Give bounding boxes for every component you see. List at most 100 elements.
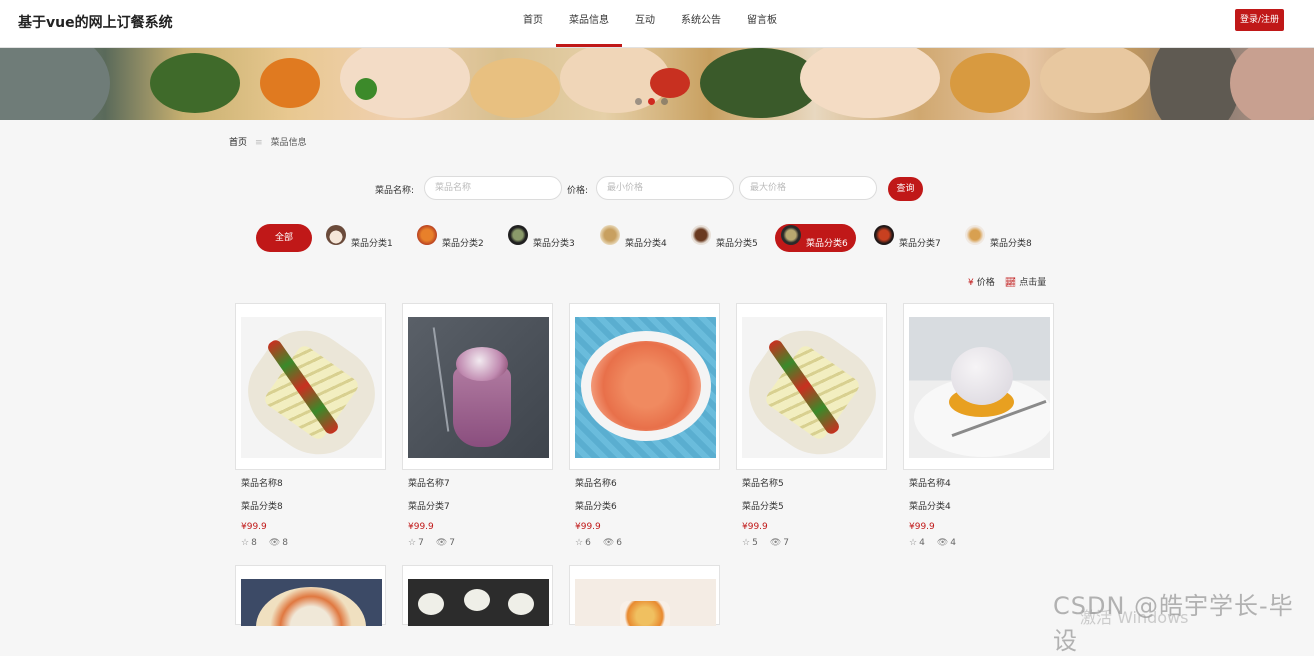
banner-carousel[interactable] (0, 48, 1314, 120)
category-item-6[interactable]: 菜品分类6 (775, 224, 856, 252)
product-price: ¥99.9 (408, 522, 434, 532)
trend-icon: 📈︎ (1004, 278, 1017, 288)
category-label: 菜品分类7 (899, 239, 941, 249)
product-image (909, 317, 1050, 458)
favorites-count: ☆ 6 (575, 538, 591, 548)
star-icon: ☆ (742, 538, 751, 548)
dish-thumbnail (781, 225, 801, 245)
category-label: 菜品分类8 (990, 239, 1032, 249)
breadcrumb-current: 菜品信息 (270, 138, 307, 148)
eye-icon: 👁︎ (435, 538, 448, 548)
category-all[interactable]: 全部 (256, 224, 312, 252)
carousel-dot[interactable] (635, 98, 642, 105)
product-card[interactable]: 菜品名称4 菜品分类4 ¥99.9 ☆ 4 👁︎ 4 (903, 303, 1054, 548)
product-price: ¥99.9 (241, 522, 267, 532)
dish-name-label: 菜品名称: (375, 186, 415, 196)
favorites-count: ☆ 5 (742, 538, 758, 548)
min-price-input[interactable] (596, 176, 734, 200)
product-image (742, 317, 883, 458)
nav-dishes[interactable]: 菜品信息 (556, 0, 622, 47)
star-icon: ☆ (408, 538, 417, 548)
product-price: ¥99.9 (909, 522, 935, 532)
product-category: 菜品分类8 (241, 502, 283, 512)
max-price-input[interactable] (739, 176, 877, 200)
sort-price-label: 价格 (976, 278, 995, 288)
search-bar: 菜品名称: 价格: 查询 (0, 176, 1314, 202)
sort-by-clicks[interactable]: 📈︎ 点击量 (1005, 275, 1046, 288)
sort-by-price[interactable]: ¥ 价格 (968, 275, 995, 288)
carousel-dot-active[interactable] (648, 98, 655, 105)
category-item-7[interactable]: 菜品分类7 (874, 224, 941, 252)
site-title: 基于vue的网上订餐系统 (18, 15, 173, 31)
product-card[interactable] (402, 565, 553, 626)
yen-icon: ¥ (968, 278, 974, 288)
eye-icon: 👁︎ (602, 538, 615, 548)
price-label: 价格: (567, 186, 589, 196)
product-name: 菜品名称8 (241, 479, 283, 489)
product-price: ¥99.9 (742, 522, 768, 532)
nav-home[interactable]: 首页 (510, 0, 556, 47)
product-name: 菜品名称5 (742, 479, 784, 489)
product-card[interactable] (569, 565, 720, 626)
views-count: 👁︎ 6 (602, 538, 622, 548)
login-register-button[interactable]: 登录/注册 (1235, 9, 1284, 31)
product-image (241, 317, 382, 458)
carousel-indicators (635, 98, 668, 105)
main-nav: 首页 菜品信息 互动 系统公告 留言板 (510, 0, 790, 47)
dish-thumbnail (326, 225, 346, 245)
dish-thumbnail (691, 225, 711, 245)
sort-clicks-label: 点击量 (1019, 278, 1047, 288)
product-image (408, 579, 549, 626)
category-item-4[interactable]: 菜品分类4 (600, 224, 667, 252)
star-icon: ☆ (909, 538, 918, 548)
product-category: 菜品分类4 (909, 502, 951, 512)
eye-icon: 👁︎ (769, 538, 782, 548)
product-card[interactable]: 菜品名称5 菜品分类5 ¥99.9 ☆ 5 👁︎ 7 (736, 303, 887, 548)
category-label: 菜品分类6 (806, 238, 848, 249)
eye-icon: 👁︎ (936, 538, 949, 548)
product-card[interactable]: 菜品名称6 菜品分类6 ¥99.9 ☆ 6 👁︎ 6 (569, 303, 720, 548)
dish-thumbnail (965, 225, 985, 245)
category-label: 菜品分类2 (442, 239, 484, 249)
star-icon: ☆ (575, 538, 584, 548)
breadcrumb-separator: ≡ (255, 138, 263, 148)
dish-thumbnail (600, 225, 620, 245)
nav-announcements[interactable]: 系统公告 (668, 0, 734, 47)
product-image (241, 579, 382, 626)
breadcrumb: 首页 ≡ 菜品信息 (229, 135, 307, 148)
favorites-count: ☆ 4 (909, 538, 925, 548)
category-label: 菜品分类1 (351, 239, 393, 249)
product-image (408, 317, 549, 458)
category-label: 菜品分类4 (625, 239, 667, 249)
views-count: 👁︎ 7 (769, 538, 789, 548)
dish-thumbnail (874, 225, 894, 245)
carousel-dot[interactable] (661, 98, 668, 105)
eye-icon: 👁︎ (268, 538, 281, 548)
product-name: 菜品名称7 (408, 479, 450, 489)
views-count: 👁︎ 4 (936, 538, 956, 548)
product-category: 菜品分类7 (408, 502, 450, 512)
sort-options: ¥ 价格 📈︎ 点击量 (968, 275, 1046, 288)
favorites-count: ☆ 8 (241, 538, 257, 548)
views-count: 👁︎ 8 (268, 538, 288, 548)
category-label: 菜品分类3 (533, 239, 575, 249)
category-item-5[interactable]: 菜品分类5 (691, 224, 758, 252)
favorites-count: ☆ 7 (408, 538, 424, 548)
search-button[interactable]: 查询 (888, 177, 923, 201)
nav-interaction[interactable]: 互动 (622, 0, 668, 47)
product-name: 菜品名称6 (575, 479, 617, 489)
product-price: ¥99.9 (575, 522, 601, 532)
product-card[interactable] (235, 565, 386, 626)
category-item-1[interactable]: 菜品分类1 (326, 224, 393, 252)
nav-message-board[interactable]: 留言板 (734, 0, 790, 47)
category-item-2[interactable]: 菜品分类2 (417, 224, 484, 252)
dish-thumbnail (508, 225, 528, 245)
product-card[interactable]: 菜品名称8 菜品分类8 ¥99.9 ☆ 8 👁︎ 8 (235, 303, 386, 548)
product-card[interactable]: 菜品名称7 菜品分类7 ¥99.9 ☆ 7 👁︎ 7 (402, 303, 553, 548)
star-icon: ☆ (241, 538, 250, 548)
category-item-3[interactable]: 菜品分类3 (508, 224, 575, 252)
category-item-8[interactable]: 菜品分类8 (965, 224, 1032, 252)
breadcrumb-home[interactable]: 首页 (229, 138, 247, 148)
product-category: 菜品分类5 (742, 502, 784, 512)
dish-name-input[interactable] (424, 176, 562, 200)
